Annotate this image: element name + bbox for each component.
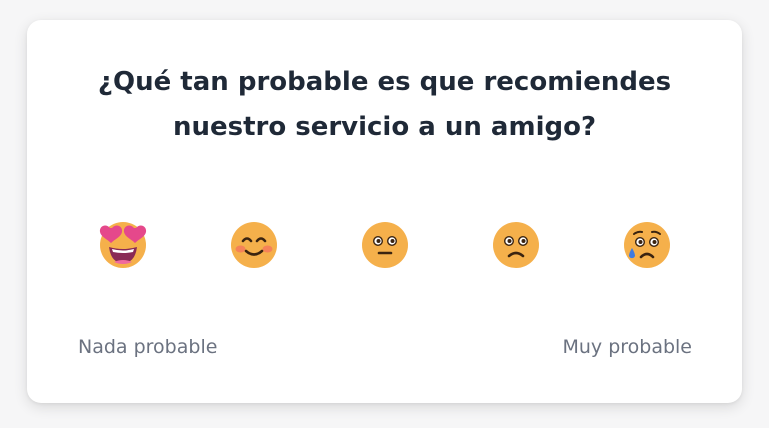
survey-question: ¿Qué tan probable es que recomiendes nue… [97, 67, 672, 142]
smiling-face-icon [231, 222, 277, 268]
rating-option-2[interactable] [226, 216, 282, 272]
rating-option-5[interactable] [619, 216, 675, 272]
emoji-rating-row [27, 216, 742, 272]
rating-option-1[interactable] [95, 216, 151, 272]
sad-tear-face-icon [624, 222, 670, 268]
scale-low-label: Nada probable [78, 336, 218, 358]
rating-option-4[interactable] [488, 216, 544, 272]
scale-high-label: Muy probable [562, 336, 692, 358]
neutral-face-icon [362, 222, 408, 268]
rating-option-3[interactable] [357, 216, 413, 272]
frowning-face-icon [493, 222, 539, 268]
heart-eyes-face-icon [99, 222, 147, 268]
survey-card: ¿Qué tan probable es que recomiendes nue… [27, 20, 742, 403]
